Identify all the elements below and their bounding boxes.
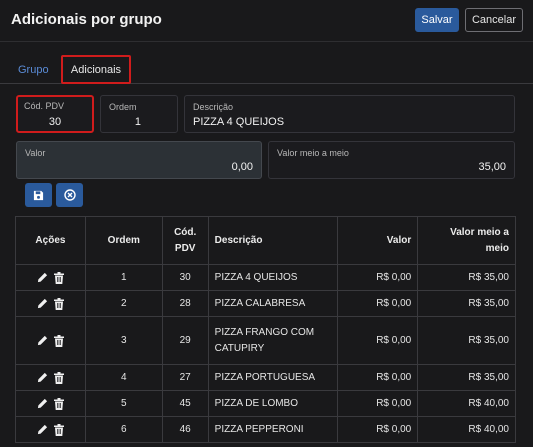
col-ordem[interactable]: Ordem <box>84 216 163 265</box>
cell-ordem: 6 <box>84 416 163 443</box>
cod-pdv-field[interactable]: Cód. PDV 30 <box>16 95 94 133</box>
cell-valor: R$ 0,00 <box>337 264 419 291</box>
pencil-icon[interactable] <box>37 398 48 409</box>
cell-valor-meio: R$ 40,00 <box>417 390 516 417</box>
trash-icon[interactable] <box>53 371 64 384</box>
cell-valor-meio: R$ 35,00 <box>417 364 516 391</box>
tab-grupo[interactable]: Grupo <box>18 64 49 76</box>
cell-valor-meio: R$ 35,00 <box>417 316 516 365</box>
pencil-icon[interactable] <box>37 298 48 309</box>
descricao-field[interactable]: Descrição PIZZA 4 QUEIJOS <box>184 95 515 133</box>
cell-valor: R$ 0,00 <box>337 364 419 391</box>
cell-cod-pdv: 27 <box>161 364 209 391</box>
descricao-label: Descrição <box>193 102 234 112</box>
cell-descricao: PIZZA FRANGO COM CATUPIRY <box>207 316 339 365</box>
pencil-icon[interactable] <box>37 272 48 283</box>
row-actions <box>15 364 86 391</box>
col-descricao[interactable]: Descrição <box>207 216 339 265</box>
cell-ordem: 3 <box>84 316 163 365</box>
cell-valor-meio: R$ 35,00 <box>417 264 516 291</box>
cell-cod-pdv: 28 <box>161 290 209 317</box>
valor-field[interactable]: Valor 0,00 <box>16 141 262 179</box>
cell-ordem: 2 <box>84 290 163 317</box>
cod-pdv-value: 30 <box>48 116 62 128</box>
col-cod-pdv[interactable]: Cód. PDV <box>161 216 209 265</box>
table-header-row: Ações Ordem Cód. PDV Descrição Valor Val… <box>15 216 516 265</box>
table-row[interactable]: 6 46 PIZZA PEPPERONI R$ 0,00 R$ 40,00 <box>15 416 516 443</box>
cell-cod-pdv: 29 <box>161 316 209 365</box>
cell-descricao: PIZZA PORTUGUESA <box>207 364 339 391</box>
table-row[interactable]: 3 29 PIZZA FRANGO COM CATUPIRY R$ 0,00 R$ 35… <box>15 316 516 365</box>
ordem-field[interactable]: Ordem 1 <box>100 95 178 133</box>
cell-valor-meio: R$ 40,00 <box>417 416 516 443</box>
valor-meio-value: 35,00 <box>478 161 506 173</box>
cell-cod-pdv: 45 <box>161 390 209 417</box>
cell-valor: R$ 0,00 <box>337 316 419 365</box>
cell-ordem: 1 <box>84 264 163 291</box>
page-title: Adicionais por grupo <box>11 11 162 28</box>
cell-valor: R$ 0,00 <box>337 390 419 417</box>
table-row[interactable]: 5 45 PIZZA DE LOMBO R$ 0,00 R$ 40,00 <box>15 390 516 417</box>
save-item-button[interactable] <box>25 183 52 207</box>
cod-pdv-label: Cód. PDV <box>24 101 65 111</box>
cell-descricao: PIZZA CALABRESA <box>207 290 339 317</box>
col-valor[interactable]: Valor <box>337 216 419 265</box>
pencil-icon[interactable] <box>37 335 48 346</box>
valor-label: Valor <box>25 148 46 158</box>
trash-icon[interactable] <box>53 271 64 284</box>
row-actions <box>15 416 86 443</box>
cell-descricao: PIZZA PEPPERONI <box>207 416 339 443</box>
cell-valor-meio: R$ 35,00 <box>417 290 516 317</box>
adicionais-table: Ações Ordem Cód. PDV Descrição Valor Val… <box>15 216 516 443</box>
floppy-disk-icon <box>33 190 44 200</box>
trash-icon[interactable] <box>53 334 64 347</box>
trash-icon[interactable] <box>53 423 64 436</box>
tab-adicionais[interactable]: Adicionais <box>61 55 131 84</box>
cancel-button[interactable]: Cancelar <box>465 8 523 32</box>
table-row[interactable]: 2 28 PIZZA CALABRESA R$ 0,00 R$ 35,00 <box>15 290 516 317</box>
table-row[interactable]: 1 30 PIZZA 4 QUEIJOS R$ 0,00 R$ 35,00 <box>15 264 516 291</box>
trash-icon[interactable] <box>53 297 64 310</box>
row-actions <box>15 390 86 417</box>
row-actions <box>15 290 86 317</box>
cell-descricao: PIZZA DE LOMBO <box>207 390 339 417</box>
cell-ordem: 4 <box>84 364 163 391</box>
row-actions <box>15 316 86 365</box>
cell-valor: R$ 0,00 <box>337 290 419 317</box>
circle-x-icon <box>63 189 76 201</box>
cancel-item-button[interactable] <box>56 183 83 207</box>
save-button[interactable]: Salvar <box>415 8 459 32</box>
ordem-label: Ordem <box>109 102 137 112</box>
cell-descricao: PIZZA 4 QUEIJOS <box>207 264 339 291</box>
valor-meio-field[interactable]: Valor meio a meio 35,00 <box>268 141 515 179</box>
cell-cod-pdv: 30 <box>161 264 209 291</box>
trash-icon[interactable] <box>53 397 64 410</box>
table-row[interactable]: 4 27 PIZZA PORTUGUESA R$ 0,00 R$ 35,00 <box>15 364 516 391</box>
ordem-value: 1 <box>134 116 141 128</box>
cell-valor: R$ 0,00 <box>337 416 419 443</box>
row-actions <box>15 264 86 291</box>
cell-ordem: 5 <box>84 390 163 417</box>
col-valor-meio[interactable]: Valor meio a meio <box>417 216 516 265</box>
pencil-icon[interactable] <box>37 424 48 435</box>
pencil-icon[interactable] <box>37 372 48 383</box>
page-header: Adicionais por grupo Salvar Cancelar <box>0 0 533 42</box>
descricao-value: PIZZA 4 QUEIJOS <box>193 116 285 128</box>
valor-value: 0,00 <box>231 161 253 173</box>
col-acoes: Ações <box>15 216 86 265</box>
valor-meio-label: Valor meio a meio <box>277 148 349 158</box>
cell-cod-pdv: 46 <box>161 416 209 443</box>
